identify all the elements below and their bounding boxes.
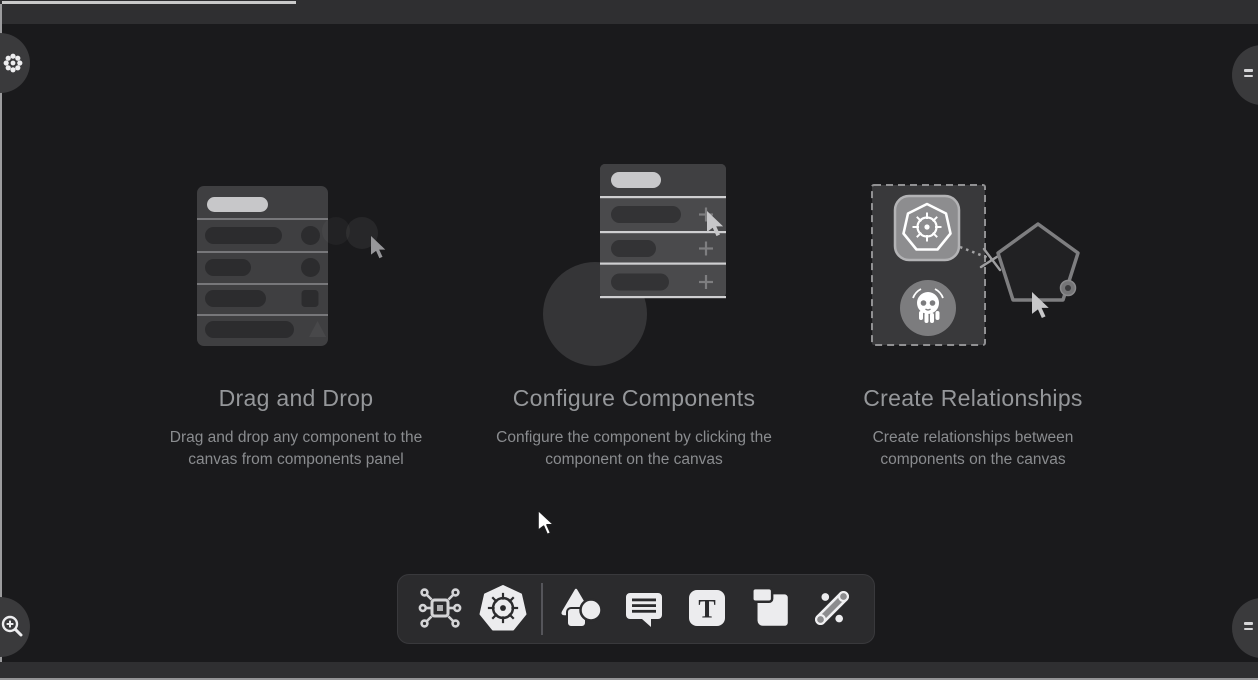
- relationships-illustration: [850, 170, 1090, 370]
- configure-illustration: [530, 155, 770, 375]
- onboarding-card-configure: Configure Components Configure the compo…: [474, 140, 794, 471]
- onboarding-card-drag-drop: Drag and Drop Drag and drop any componen…: [136, 140, 456, 471]
- mouse-cursor: [537, 509, 559, 537]
- relationship-tool-button[interactable]: [808, 585, 856, 633]
- comment-icon: [621, 585, 667, 634]
- components-chip-icon: [417, 585, 463, 634]
- drag-drop-illustration: [170, 170, 410, 370]
- zoom-in-icon: [0, 614, 24, 641]
- history-flower-button[interactable]: [0, 33, 30, 93]
- relationship-link-icon: [810, 586, 854, 633]
- collapsed-panel-icon: [1244, 622, 1253, 630]
- kubernetes-icon: [479, 584, 527, 635]
- collapsed-panel-icon: [1244, 69, 1253, 77]
- tab-indicator: [2, 1, 296, 4]
- right-bottom-toggle-button[interactable]: [1232, 598, 1258, 658]
- canvas-toolbar: T: [397, 574, 875, 644]
- left-edge-line: [0, 4, 2, 662]
- card-description: Configure the component by clicking the …: [479, 427, 789, 471]
- text-tool-button[interactable]: T: [683, 585, 731, 633]
- onboarding-card-relationships: Create Relationships Create relationship…: [813, 140, 1133, 471]
- card-description: Create relationships between components …: [853, 427, 1093, 471]
- card-title: Create Relationships: [813, 385, 1133, 412]
- text-icon: T: [684, 585, 730, 634]
- zoom-in-button[interactable]: [0, 597, 30, 657]
- flower-menu-icon: [3, 53, 23, 76]
- shapes-tool-button[interactable]: [557, 585, 605, 633]
- kubernetes-tool-button[interactable]: [479, 585, 527, 633]
- components-tool-button[interactable]: [416, 585, 464, 633]
- top-bar: [0, 0, 1258, 24]
- toolbar-divider: [541, 583, 543, 635]
- card-title: Configure Components: [474, 385, 794, 412]
- right-panel-toggle-button[interactable]: [1232, 45, 1258, 105]
- notes-icon: [745, 584, 793, 635]
- card-title: Drag and Drop: [136, 385, 456, 412]
- comment-tool-button[interactable]: [620, 585, 668, 633]
- notes-tool-button[interactable]: [745, 585, 793, 633]
- drag-cursor-icon: [371, 236, 385, 258]
- svg-text:T: T: [698, 594, 715, 623]
- shapes-icon: [558, 585, 604, 634]
- card-description: Drag and drop any component to the canva…: [151, 427, 441, 471]
